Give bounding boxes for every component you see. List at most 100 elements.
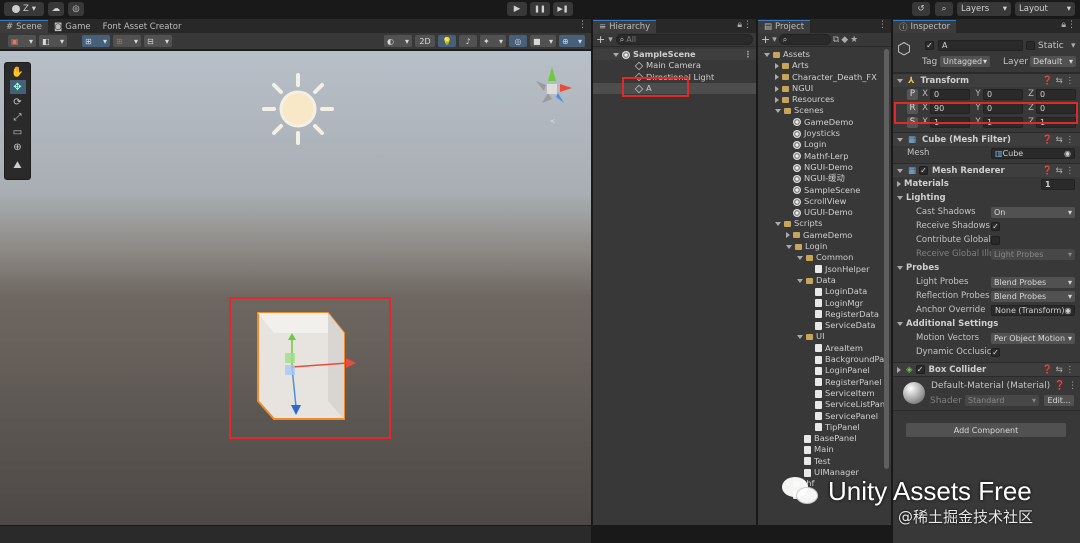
step-button[interactable]: ▶❚: [553, 2, 573, 16]
project-item[interactable]: UGUI-Demo: [758, 207, 891, 218]
layout-dropdown[interactable]: Layout ▾: [1015, 2, 1075, 16]
scale-tool-icon[interactable]: ⤢: [10, 110, 26, 124]
project-item[interactable]: GameDemo: [758, 117, 891, 128]
cast-shadows-dropdown[interactable]: On ▾: [991, 206, 1075, 218]
tag-icon[interactable]: ◆: [841, 35, 848, 45]
camera-dropdown[interactable]: ■ ▾: [530, 35, 556, 47]
chevron-right-icon[interactable]: [897, 181, 901, 187]
project-item[interactable]: Main: [758, 444, 891, 455]
project-item[interactable]: Scenes: [758, 105, 891, 116]
project-item[interactable]: NGUI-Demo: [758, 162, 891, 173]
chevron-down-icon[interactable]: [797, 335, 803, 340]
component-menu-icons[interactable]: ❓ ⇆ ⋮: [1042, 166, 1074, 176]
component-menu-icons[interactable]: ❓ ⇆ ⋮: [1042, 76, 1074, 86]
project-item[interactable]: NGUI: [758, 83, 891, 94]
project-item[interactable]: Character_Death_FX: [758, 72, 891, 83]
add-icon[interactable]: +: [596, 33, 605, 46]
more-menu-icon[interactable]: ⋮: [744, 49, 752, 60]
project-item[interactable]: Mathf-Lerp: [758, 151, 891, 162]
shading-dropdown[interactable]: ◧ ▾: [39, 35, 67, 47]
effects-dropdown[interactable]: ✦ ▾: [480, 35, 506, 47]
rotate-tool-icon[interactable]: ⟳: [10, 95, 26, 109]
dynamic-occlusion-checkbox[interactable]: ✓: [991, 347, 1000, 357]
tab-hierarchy[interactable]: ≡ Hierarchy: [593, 20, 657, 33]
project-item[interactable]: Scripts: [758, 218, 891, 229]
chevron-right-icon[interactable]: [786, 232, 790, 239]
shading-mode-dropdown[interactable]: ◐ ▾: [384, 35, 412, 47]
project-item[interactable]: ServiceListPan: [758, 399, 891, 410]
project-item[interactable]: UI: [758, 331, 891, 342]
project-item[interactable]: BasePanel: [758, 433, 891, 444]
object-name-input[interactable]: A: [938, 40, 1023, 51]
chevron-down-icon[interactable]: [764, 52, 770, 57]
lighting-toggle[interactable]: 💡: [438, 35, 456, 47]
hierarchy-item-main-camera[interactable]: Main Camera: [593, 60, 756, 71]
orientation-gizmo[interactable]: <: [528, 59, 578, 129]
shader-dropdown[interactable]: Standard ▾: [965, 395, 1039, 406]
collab-button[interactable]: ◎: [68, 2, 84, 16]
chevron-down-icon[interactable]: [797, 278, 803, 283]
transform-position-y-input[interactable]: 0: [983, 88, 1023, 100]
add-icon[interactable]: +: [761, 33, 770, 46]
lock-icon[interactable]: 🔒︎: [737, 20, 742, 30]
project-item[interactable]: Login: [758, 241, 891, 252]
project-item[interactable]: TipPanel: [758, 422, 891, 433]
move-tool-icon[interactable]: ✥: [9, 80, 26, 94]
project-item[interactable]: Test: [758, 456, 891, 467]
mesh-filter-header[interactable]: ▦ Cube (Mesh Filter) ❓ ⇆ ⋮: [893, 132, 1080, 146]
edit-shader-button[interactable]: Edit...: [1044, 395, 1074, 406]
project-item[interactable]: Common: [758, 252, 891, 263]
light-probes-dropdown[interactable]: Blend Probes ▾: [991, 276, 1075, 288]
chevron-right-icon[interactable]: [775, 62, 779, 69]
project-item[interactable]: NGUI-缓动: [758, 173, 891, 184]
project-item[interactable]: GameDemo: [758, 230, 891, 241]
directional-light-icon[interactable]: [260, 71, 336, 147]
project-item[interactable]: BackgroundPa: [758, 354, 891, 365]
hierarchy-search-input[interactable]: ⌕ All: [615, 34, 753, 45]
gizmos-dropdown[interactable]: ⊕ ▾: [559, 35, 585, 47]
hand-tool-icon[interactable]: ✋: [10, 65, 26, 79]
project-item[interactable]: Arts: [758, 60, 891, 71]
chevron-down-icon[interactable]: [775, 222, 781, 227]
project-search-input[interactable]: ⌕: [778, 34, 831, 45]
chevron-down-icon[interactable]: [797, 255, 803, 260]
component-menu-icons[interactable]: ❓ ⇆ ⋮: [1042, 365, 1074, 375]
pivot-dropdown[interactable]: ⊞ ▾: [82, 35, 110, 47]
more-menu-icon[interactable]: ⋮: [743, 20, 752, 30]
custom-tool-icon[interactable]: ⛰: [10, 158, 26, 172]
search-button[interactable]: ⌕: [935, 2, 953, 16]
project-item[interactable]: RegisterData: [758, 309, 891, 320]
mesh-renderer-enabled-checkbox[interactable]: ✓: [919, 166, 929, 175]
static-checkbox[interactable]: [1026, 41, 1035, 50]
chevron-down-icon[interactable]: [786, 244, 792, 249]
snap-dropdown[interactable]: ⊞ ▾: [113, 35, 141, 47]
project-item[interactable]: Resources: [758, 94, 891, 105]
target-icon[interactable]: ◉: [1064, 149, 1071, 158]
component-menu-icons[interactable]: ❓ ⇆ ⋮: [1042, 135, 1074, 145]
tab-scene[interactable]: # Scene: [0, 20, 49, 33]
chevron-down-icon[interactable]: ▾: [1071, 41, 1076, 51]
scene-root[interactable]: SampleScene ⋮: [593, 49, 756, 61]
anchor-override-field[interactable]: None (Transform) ◉: [991, 304, 1075, 316]
project-item[interactable]: Joysticks: [758, 128, 891, 139]
scene-viewport[interactable]: ✋ ✥ ⟳ ⤢ ▭ ⊕ ⛰ <: [0, 51, 591, 525]
tab-project[interactable]: ▤ Project: [758, 20, 811, 33]
chevron-down-icon[interactable]: [897, 196, 903, 200]
2d-toggle[interactable]: 2D: [415, 35, 435, 47]
mesh-renderer-header[interactable]: ▦ ✓ Mesh Renderer ❓ ⇆ ⋮: [893, 163, 1080, 177]
project-item[interactable]: Login: [758, 139, 891, 150]
tag-dropdown[interactable]: Untagged ▾: [940, 56, 990, 67]
project-item[interactable]: ServiceItem: [758, 388, 891, 399]
chevron-right-icon[interactable]: [775, 74, 779, 81]
transform-tool-icon[interactable]: ⊕: [10, 140, 26, 154]
motion-vectors-dropdown[interactable]: Per Object Motion ▾: [991, 332, 1075, 344]
increment-dropdown[interactable]: ⊟ ▾: [144, 35, 172, 47]
layers-dropdown[interactable]: Layers ▾: [957, 2, 1011, 16]
project-item[interactable]: LoginMgr: [758, 298, 891, 309]
chevron-down-icon[interactable]: [775, 109, 781, 114]
filter-icon[interactable]: ⧉: [833, 35, 839, 45]
chevron-down-icon[interactable]: [897, 322, 903, 326]
chevron-right-icon[interactable]: [775, 85, 779, 92]
receive-shadows-checkbox[interactable]: ✓: [991, 221, 1000, 231]
more-menu-icon[interactable]: ⋮: [1067, 20, 1076, 30]
